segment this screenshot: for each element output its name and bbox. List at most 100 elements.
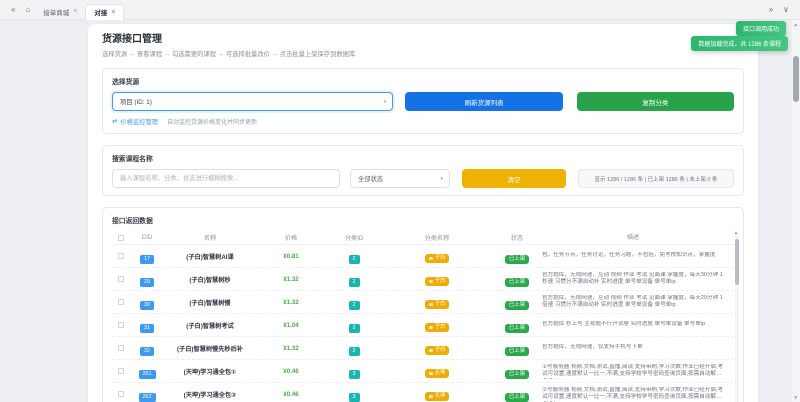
category-id-badge: 2 — [349, 347, 360, 356]
table-title: 接口返回数据 — [112, 215, 734, 225]
cid-badge: 30 — [140, 301, 154, 310]
course-name: (子白)智慧树慢先秒后补 — [164, 344, 256, 353]
refresh-source-button[interactable]: 刷新货源列表 — [405, 92, 562, 111]
category-id-badge: 2 — [349, 301, 360, 310]
category-name-text: 子白 — [435, 324, 446, 330]
table-body: 17 (子白)智慧树AI课 ¥0.81 2 子白 已上架 包，任务节点，任务讨论… — [112, 245, 734, 402]
category-id-badge: 2 — [349, 324, 360, 333]
cid-badge: 32 — [140, 347, 154, 356]
tab-connect[interactable]: 对接 × — [85, 4, 124, 20]
category-name-text: 天坤 — [435, 370, 446, 376]
category-name-text: 子白 — [435, 347, 446, 353]
main-card: 货源接口管理 选择货源 → 查看课程 → 勾选需要的课程 → 可选择批量改价 →… — [88, 24, 758, 402]
col-header-price: 价格 — [256, 233, 326, 242]
page-title: 货源接口管理 — [102, 30, 744, 45]
course-price: ¥0.81 — [256, 253, 326, 260]
course-price: ¥1.32 — [256, 299, 326, 306]
category-id-badge: 2 — [349, 278, 360, 287]
page-scrollbar-thumb[interactable] — [793, 56, 799, 102]
source-panel: 选择货源 项目 (ID: 1) ▾ 刷新货源列表 复制分类 ⇄ 价格监控管理 自… — [102, 68, 744, 134]
row-checkbox[interactable] — [118, 345, 124, 351]
search-panel: 搜索课程名称 全部状态 ▾ 清空 显示 1286 / 1286 条 | 已上架 … — [102, 145, 744, 196]
scroll-up-icon[interactable]: ▲ — [794, 22, 798, 27]
scroll-down-icon[interactable]: ▼ — [794, 395, 798, 400]
course-name: (子白)智慧树AI课 — [164, 252, 256, 261]
cid-badge: 262 — [139, 393, 156, 402]
table-scrollbar-thumb[interactable] — [735, 239, 739, 285]
row-checkbox[interactable] — [118, 368, 124, 374]
folder-icon — [429, 257, 433, 261]
category-id-badge: 2 — [349, 255, 360, 264]
table-row[interactable]: 30 (子白)智慧树慢 ¥1.32 2 子白 已上架 官方题库，无视网速，互动 … — [112, 291, 734, 314]
price-monitor-hint: 自动监控货源价格变化并同步更新 — [167, 117, 257, 126]
chevron-down-icon: ▾ — [440, 176, 443, 182]
row-checkbox[interactable] — [118, 322, 124, 328]
category-id-badge: 3 — [349, 370, 360, 379]
course-name: (子白)智慧树慢 — [164, 298, 256, 307]
course-description: 官方题库，无视网速，互动 视频 作业 考试 见面课 掌握度，每天20分钟 1倍速… — [542, 295, 734, 310]
col-header-category-id: 分类ID — [326, 233, 382, 242]
col-header-description: 描述 — [542, 234, 734, 242]
course-price: ¥1.32 — [256, 345, 326, 352]
clear-button[interactable]: 清空 — [462, 169, 566, 188]
copy-category-button[interactable]: 复制分类 — [577, 92, 734, 111]
home-icon[interactable]: ⌂ — [20, 6, 35, 14]
price-monitor-link[interactable]: ⇄ 价格监控管理 — [112, 117, 158, 126]
search-input[interactable] — [112, 169, 340, 188]
col-header-status: 状态 — [492, 233, 542, 242]
folder-icon — [429, 326, 433, 330]
cid-badge: 29 — [140, 278, 154, 287]
page-scrollbar[interactable]: ▲ ▼ — [792, 20, 800, 402]
course-name: (天坤)学习通全包① — [164, 367, 256, 376]
close-icon[interactable]: × — [73, 8, 77, 15]
course-price: ¥1.04 — [256, 322, 326, 329]
expand-tabs-icon[interactable]: » — [764, 6, 778, 14]
course-name: (子白)智慧树秒 — [164, 275, 256, 284]
status-badge: 已上架 — [505, 278, 529, 287]
col-header-name: 名称 — [164, 233, 256, 242]
category-name-text: 子白 — [435, 255, 446, 261]
row-checkbox[interactable] — [118, 276, 124, 282]
table-row[interactable]: 32 (子白)智慧树慢先秒后补 ¥1.32 2 子白 已上架 官方题库，无视网速… — [112, 337, 734, 360]
close-icon[interactable]: × — [111, 9, 115, 16]
tab-menu-chevron-icon[interactable]: ∨ — [778, 6, 794, 14]
course-price: ¥1.32 — [256, 276, 326, 283]
course-price: ¥0.46 — [256, 368, 326, 375]
status-badge: 已上架 — [505, 324, 529, 333]
row-checkbox[interactable] — [118, 253, 124, 259]
course-name: (子白)智慧树考试 — [164, 321, 256, 330]
table-scrollbar[interactable]: ▲ — [735, 231, 739, 402]
toast-data-loaded: 数据加载完成，共 1286 条课程 — [691, 36, 788, 51]
table-header-row: CID 名称 价格 分类ID 分类名称 状态 描述 — [112, 231, 734, 245]
result-stats: 显示 1286 / 1286 条 | 已上架 1286 条 | 未上架 0 条 — [578, 169, 734, 188]
chevron-down-icon: ▾ — [384, 99, 387, 105]
source-panel-label: 选择货源 — [112, 76, 734, 86]
table-row[interactable]: 261 (天坤)学习通全包① ¥0.46 3 天坤 已上架 ①号服务器 视频,文… — [112, 360, 734, 383]
row-checkbox[interactable] — [118, 391, 124, 397]
folder-icon — [429, 372, 433, 376]
table-row[interactable]: 17 (子白)智慧树AI课 ¥0.81 2 子白 已上架 包，任务节点，任务讨论… — [112, 245, 734, 268]
status-badge: 已上架 — [505, 370, 529, 379]
category-name-badge: 子白 — [425, 254, 450, 263]
tab-bar: « ⌂ 接单商城 × 对接 × » ∨ — [0, 0, 800, 20]
category-name-badge: 子白 — [425, 277, 450, 286]
status-badge: 已上架 — [505, 347, 529, 356]
category-name-badge: 天坤 — [425, 369, 450, 378]
cid-badge: 261 — [139, 370, 156, 379]
table-row[interactable]: 262 (天坤)学习通全包② ¥0.46 3 天坤 已上架 ②号服务器 视频,文… — [112, 383, 734, 402]
folder-icon — [429, 280, 433, 284]
tab-order-mall[interactable]: 接单商城 × — [35, 4, 85, 20]
scroll-up-icon[interactable]: ▲ — [734, 230, 738, 235]
category-name-text: 子白 — [435, 278, 446, 284]
course-description: ①号服务器 视频,文档,测试,直播,阅读,支持带刷,学习次数,作业已经开启,考试… — [542, 364, 734, 379]
category-name-badge: 子白 — [425, 300, 450, 309]
table-row[interactable]: 31 (子白)智慧树考试 ¥1.04 2 子白 已上架 官方题库 秒上号 主观题… — [112, 314, 734, 337]
source-select[interactable]: 项目 (ID: 1) ▾ — [112, 92, 393, 111]
course-description: 官方题库，无视网速，仅支持手机号下单 — [542, 344, 734, 352]
status-badge: 已上架 — [505, 255, 529, 264]
row-checkbox[interactable] — [118, 299, 124, 305]
table-row[interactable]: 29 (子白)智慧树秒 ¥1.32 2 子白 已上架 官方题库，无视网速，互动 … — [112, 268, 734, 291]
status-filter-select[interactable]: 全部状态 ▾ — [350, 169, 450, 188]
select-all-checkbox[interactable] — [118, 235, 124, 241]
collapse-sidebar-icon[interactable]: « — [6, 6, 20, 14]
